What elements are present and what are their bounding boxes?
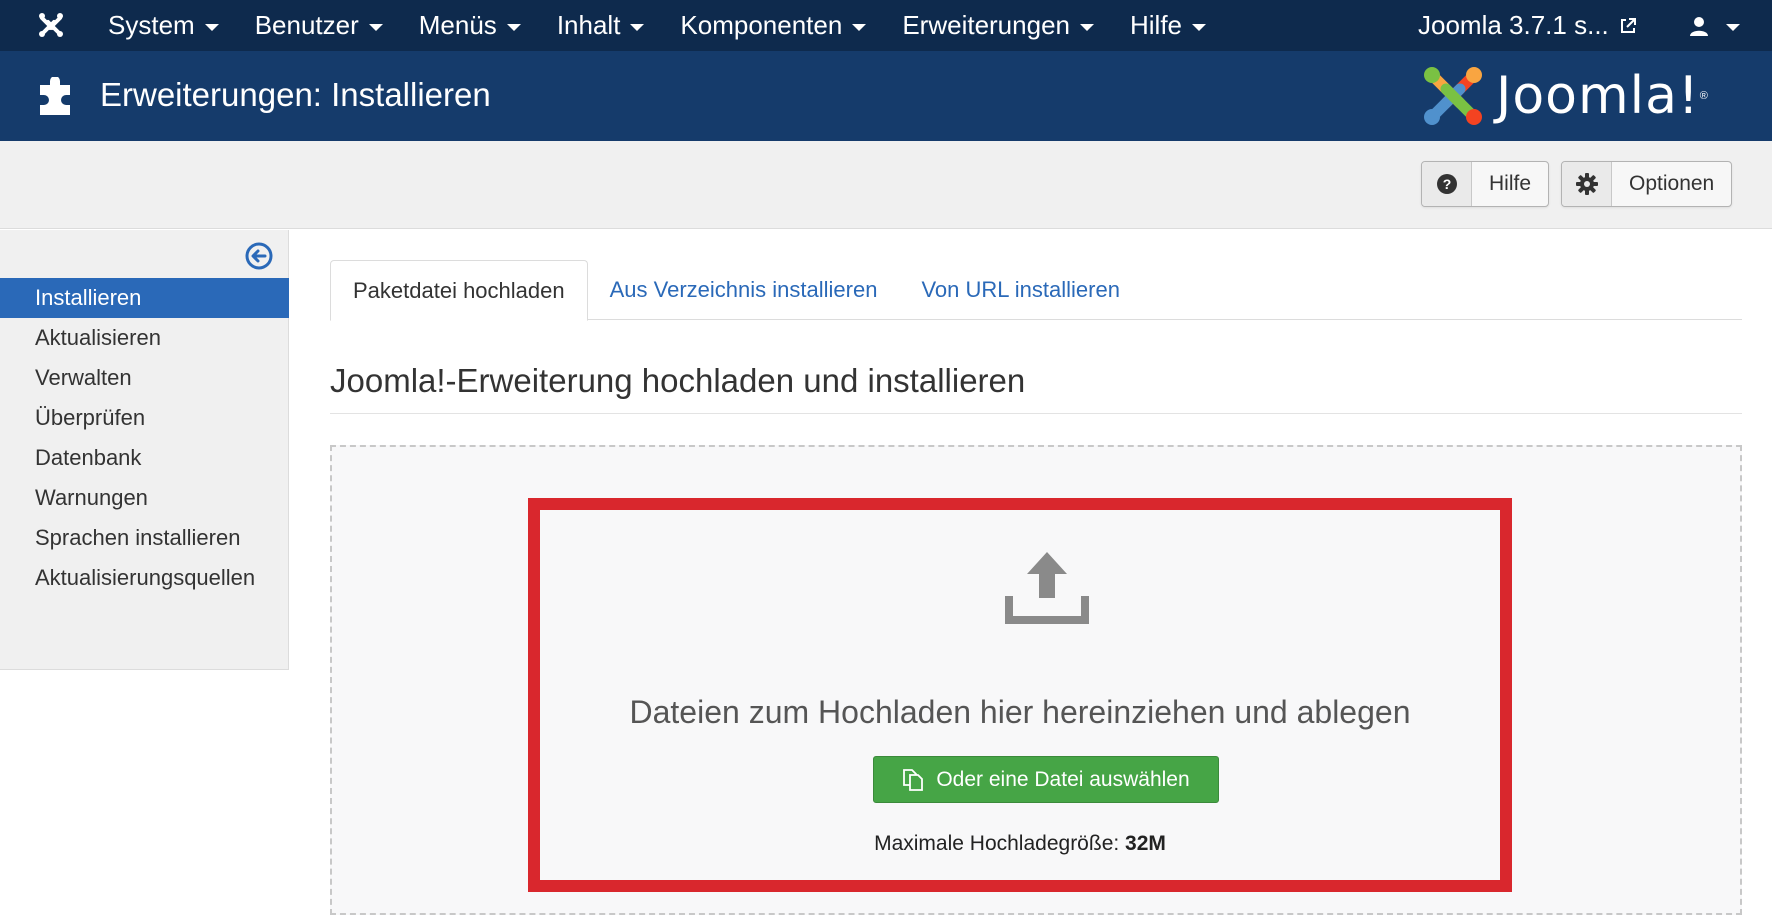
page-title: Erweiterungen: Installieren xyxy=(100,76,491,113)
gear-icon xyxy=(1562,162,1612,206)
joomla-logo-icon xyxy=(1424,67,1482,125)
options-button[interactable]: Optionen xyxy=(1561,161,1733,207)
collapse-sidebar-icon[interactable] xyxy=(244,241,274,271)
menu-label: System xyxy=(108,10,195,40)
site-link[interactable]: Joomla 3.7.1 s... xyxy=(1418,0,1637,51)
menu-erweiterungen[interactable]: Erweiterungen xyxy=(884,0,1112,51)
puzzle-icon xyxy=(40,77,70,115)
caret-down-icon xyxy=(852,23,867,31)
tab-paketdatei-hochladen[interactable]: Paketdatei hochladen xyxy=(330,260,588,321)
help-label: Hilfe xyxy=(1489,172,1532,195)
menu-label: Erweiterungen xyxy=(902,10,1070,40)
caret-down-icon xyxy=(630,23,645,31)
drop-instruction: Dateien zum Hochladen hier hereinziehen … xyxy=(629,694,1411,730)
sidebar-item-sprachen-installieren[interactable]: Sprachen installieren xyxy=(0,518,289,558)
select-file-button[interactable]: Oder eine Datei auswählen xyxy=(873,756,1219,803)
sidebar: Installieren Aktualisieren Verwalten Übe… xyxy=(0,230,289,670)
select-file-label: Oder eine Datei auswählen xyxy=(936,767,1190,791)
section-title: Joomla!-Erweiterung hochladen und instal… xyxy=(330,362,1026,399)
caret-down-icon xyxy=(1726,23,1740,31)
logo-wordmark: Joomla! xyxy=(1496,66,1700,126)
caret-down-icon xyxy=(368,23,383,31)
menu-komponenten[interactable]: Komponenten xyxy=(662,0,884,51)
menu-label: Benutzer xyxy=(254,10,359,40)
options-label: Optionen xyxy=(1629,172,1715,195)
menu-label: Menüs xyxy=(418,10,497,40)
tab-aus-verzeichnis-installieren[interactable]: Aus Verzeichnis installieren xyxy=(588,260,900,320)
user-icon xyxy=(1690,16,1708,36)
max-upload-size: Maximale Hochladegröße: 32M xyxy=(540,832,1500,856)
sidebar-item-datenbank[interactable]: Datenbank xyxy=(0,438,289,478)
question-icon: ? xyxy=(1422,162,1472,206)
upload-highlight-box: Dateien zum Hochladen hier hereinziehen … xyxy=(528,498,1512,892)
top-navbar: System Benutzer Menüs Inhalt Komponenten… xyxy=(0,0,1772,51)
joomla-logo: Joomla! ® xyxy=(1420,63,1708,129)
menu-menues[interactable]: Menüs xyxy=(401,0,539,51)
max-size-value: 32M xyxy=(1125,832,1166,855)
toolbar: ? Hilfe Optionen xyxy=(0,141,1772,229)
menu-label: Hilfe xyxy=(1129,10,1182,40)
max-size-label: Maximale Hochladegröße: xyxy=(874,832,1120,855)
menu-benutzer[interactable]: Benutzer xyxy=(237,0,401,51)
sidebar-item-warnungen[interactable]: Warnungen xyxy=(0,478,289,518)
page-header: Erweiterungen: Installieren Joomla! ® xyxy=(0,51,1772,141)
joomla-icon[interactable] xyxy=(33,8,69,42)
sidebar-item-installieren[interactable]: Installieren xyxy=(0,278,289,318)
install-tabs: Paketdatei hochladen Aus Verzeichnis ins… xyxy=(330,260,1742,321)
sidebar-item-aktualisierungsquellen[interactable]: Aktualisierungsquellen xyxy=(0,558,289,598)
caret-down-icon xyxy=(1192,23,1206,31)
sidebar-item-aktualisieren[interactable]: Aktualisieren xyxy=(0,318,289,358)
menu-hilfe[interactable]: Hilfe xyxy=(1112,0,1224,51)
logo-registered: ® xyxy=(1699,90,1708,102)
menu-system[interactable]: System xyxy=(90,0,237,51)
caret-down-icon xyxy=(1079,23,1094,31)
section-divider xyxy=(330,413,1742,414)
menu-inhalt[interactable]: Inhalt xyxy=(539,0,663,51)
help-button[interactable]: ? Hilfe xyxy=(1421,161,1550,207)
tab-von-url-installieren[interactable]: Von URL installieren xyxy=(899,260,1142,320)
caret-down-icon xyxy=(204,23,219,31)
site-link-label: Joomla 3.7.1 s... xyxy=(1418,10,1609,40)
user-menu[interactable] xyxy=(1688,0,1740,51)
upload-icon xyxy=(1005,552,1089,624)
external-link-icon xyxy=(1620,17,1636,33)
sidebar-item-ueberpruefen[interactable]: Überprüfen xyxy=(0,398,289,438)
files-icon xyxy=(903,768,924,791)
caret-down-icon xyxy=(506,23,521,31)
menu-label: Komponenten xyxy=(680,10,843,40)
menu-label: Inhalt xyxy=(556,10,621,40)
sidebar-item-verwalten[interactable]: Verwalten xyxy=(0,358,289,398)
main-menu: System Benutzer Menüs Inhalt Komponenten… xyxy=(90,0,1224,51)
svg-text:?: ? xyxy=(1442,176,1451,192)
sidebar-nav: Installieren Aktualisieren Verwalten Übe… xyxy=(0,278,289,598)
